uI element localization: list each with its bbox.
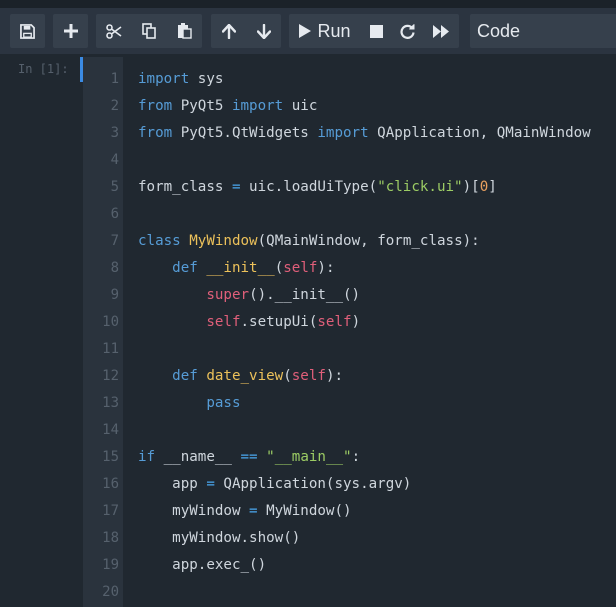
- code-line: self.setupUi(self): [206, 314, 361, 330]
- save-icon: [20, 23, 35, 39]
- code-line: class MyWindow(QMainWindow, form_class):: [138, 233, 480, 249]
- line-number: 18: [102, 530, 119, 546]
- line-number: 10: [102, 314, 119, 330]
- line-number: 2: [110, 98, 119, 114]
- code-line: if __name__ == "__main__":: [138, 449, 361, 465]
- line-number: 16: [102, 476, 119, 492]
- input-prompt: In [1]:: [18, 62, 69, 76]
- arrow-down-icon: [256, 23, 271, 39]
- code-line: from PyQt5 import uic: [138, 98, 318, 114]
- code-line: def date_view(self):: [172, 368, 344, 384]
- insert-cell-button[interactable]: [53, 14, 88, 48]
- run-group: Run: [289, 14, 459, 48]
- line-number: 5: [110, 179, 119, 195]
- move-group: [211, 14, 281, 48]
- fast-forward-icon: [433, 24, 449, 38]
- cut-button[interactable]: [96, 14, 132, 48]
- top-strip: [0, 0, 616, 8]
- run-label: Run: [317, 20, 351, 41]
- line-number: 4: [110, 152, 119, 168]
- code-line: from PyQt5.QtWidgets import QApplication…: [138, 125, 591, 141]
- save-group: [10, 14, 45, 48]
- plus-icon: [63, 24, 78, 38]
- interrupt-button[interactable]: [361, 14, 391, 48]
- line-number: 20: [102, 584, 119, 600]
- copy-button[interactable]: [132, 14, 166, 48]
- code-line: def __init__(self):: [172, 260, 335, 276]
- line-number: 11: [102, 341, 119, 357]
- line-number: 3: [110, 125, 119, 141]
- line-number: 9: [110, 287, 119, 303]
- line-number: 12: [102, 368, 119, 384]
- code-line: super().__init__(): [206, 287, 361, 303]
- arrow-up-icon: [221, 23, 236, 39]
- code-line: app = QApplication(sys.argv): [138, 476, 412, 492]
- code-line: pass: [206, 395, 241, 411]
- copy-icon: [141, 23, 157, 39]
- line-number-gutter: 1 2 3 4 5 6 7 8 9 10 11 12 13 14 15 16 17 18 19 20: [83, 57, 123, 607]
- line-number: 13: [102, 395, 119, 411]
- line-number: 14: [102, 422, 119, 438]
- move-down-button[interactable]: [246, 14, 281, 48]
- paste-button[interactable]: [166, 14, 202, 48]
- code-line: import sys: [138, 71, 224, 87]
- line-number: 6: [110, 206, 119, 222]
- code-line: form_class = uic.loadUiType("click.ui")[…: [138, 179, 497, 195]
- move-up-button[interactable]: [211, 14, 246, 48]
- save-button[interactable]: [10, 14, 45, 48]
- insert-group: [53, 14, 88, 48]
- scissors-icon: [106, 23, 122, 39]
- code-line: myWindow = MyWindow(): [138, 503, 352, 519]
- stop-icon: [369, 24, 383, 38]
- code-line: app.exec_(): [138, 557, 267, 573]
- edit-group: [96, 14, 202, 48]
- restart-icon: [399, 23, 415, 39]
- play-icon: [299, 24, 312, 38]
- line-number: 7: [110, 233, 119, 249]
- line-number: 17: [102, 503, 119, 519]
- line-number: 19: [102, 557, 119, 573]
- notebook-toolbar: Run Code: [0, 8, 616, 54]
- restart-run-all-button[interactable]: [423, 14, 459, 48]
- restart-button[interactable]: [391, 14, 423, 48]
- code-line: myWindow.show(): [138, 530, 301, 546]
- line-number: 15: [102, 449, 119, 465]
- line-number: 1: [110, 71, 119, 87]
- run-button[interactable]: Run: [289, 14, 361, 48]
- cell-type-select[interactable]: Code: [470, 14, 616, 48]
- paste-icon: [177, 23, 192, 39]
- line-number: 8: [110, 260, 119, 276]
